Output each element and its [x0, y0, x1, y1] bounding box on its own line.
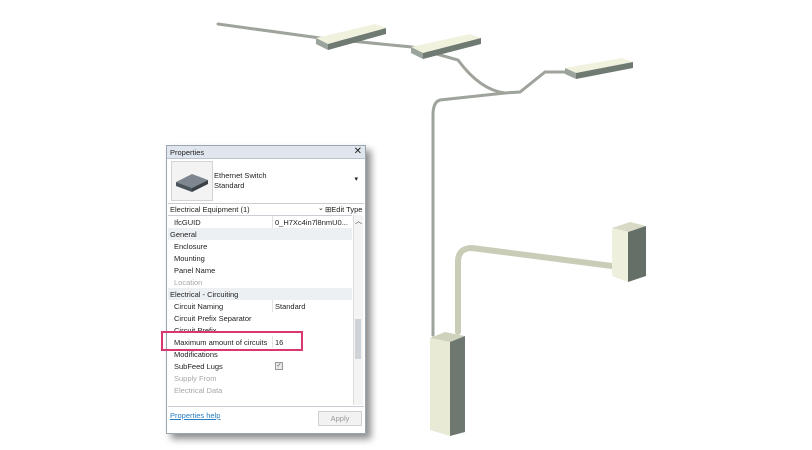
property-label: Enclosure — [174, 242, 208, 251]
property-label: IfcGUID — [174, 218, 201, 227]
properties-titlebar[interactable]: Properties ✕ — [167, 146, 365, 159]
highlight-box — [161, 331, 303, 351]
switch-thumbnail-icon — [176, 174, 208, 192]
property-label: Modifications — [174, 350, 218, 359]
column-divider — [272, 216, 273, 228]
properties-scrollbar[interactable]: ︿ — [353, 215, 363, 405]
instance-filter-dropdown[interactable]: Electrical Equipment (1) — [170, 205, 250, 214]
group-header-general[interactable]: General — [168, 228, 352, 240]
conduit-to-switch — [455, 244, 615, 335]
type-selector[interactable]: Ethernet Switch Standard ▾ — [168, 159, 364, 204]
group-label: Electrical - Circuiting — [170, 290, 239, 299]
edit-type-button[interactable]: ⊞Edit Type — [325, 205, 362, 214]
instance-filter: Electrical Equipment (1) ⌄ ⊞Edit Type — [168, 204, 364, 215]
ethernet-switch-box — [612, 222, 646, 282]
property-label: Mounting — [174, 254, 205, 263]
property-label: Circuit Prefix Separator — [174, 314, 252, 323]
subfeed-lugs-checkbox[interactable]: ✓ — [275, 362, 283, 370]
scroll-up-icon[interactable]: ︿ — [355, 216, 362, 226]
property-row-electrical-data[interactable]: Electrical Data — [168, 384, 352, 396]
property-row-ifcguid[interactable]: IfcGUID 0_H7Xc4in7l8nmU0... — [168, 216, 352, 228]
property-row-enclosure[interactable]: Enclosure — [168, 240, 352, 252]
property-label: Panel Name — [174, 266, 216, 275]
property-value[interactable]: Standard — [275, 302, 305, 311]
properties-footer: Properties help Apply — [168, 406, 364, 432]
type-thumbnail — [171, 161, 213, 201]
properties-grid[interactable]: IfcGUID 0_H7Xc4in7l8nmU0... General Encl… — [168, 215, 352, 406]
type-type: Standard — [214, 181, 245, 190]
property-row-subfeed-lugs[interactable]: SubFeed Lugs ✓ — [168, 360, 352, 372]
type-name: Ethernet Switch Standard — [214, 171, 267, 191]
filter-dropdown-icon[interactable]: ⌄ — [318, 204, 324, 212]
property-label: Circuit Naming — [174, 302, 224, 311]
type-family: Ethernet Switch — [214, 171, 267, 180]
properties-help-link[interactable]: Properties help — [170, 411, 220, 420]
edit-type-label: Edit Type — [331, 205, 363, 214]
property-label: Location — [174, 278, 203, 287]
property-row-location[interactable]: Location — [168, 276, 352, 288]
properties-title: Properties — [170, 148, 205, 157]
property-label: SubFeed Lugs — [174, 362, 223, 371]
model-viewport[interactable] — [0, 0, 812, 450]
apply-button[interactable]: Apply — [318, 411, 362, 426]
group-label: General — [170, 230, 197, 239]
property-label: Electrical Data — [174, 386, 223, 395]
property-value[interactable]: 0_H7Xc4in7l8nmU0... — [275, 218, 348, 227]
property-row-supply-from[interactable]: Supply From — [168, 372, 352, 384]
property-row-mounting[interactable]: Mounting — [168, 252, 352, 264]
chevron-down-icon[interactable]: ▾ — [354, 175, 358, 183]
electrical-panel — [430, 332, 465, 436]
column-divider — [272, 300, 273, 312]
property-label: Supply From — [174, 374, 217, 383]
property-row-circuit-naming[interactable]: Circuit Naming Standard — [168, 300, 352, 312]
light-fixture — [565, 58, 633, 79]
light-fixture — [316, 24, 386, 50]
group-header-electrical-circuiting[interactable]: Electrical - Circuiting — [168, 288, 352, 300]
properties-panel: Properties ✕ Ethernet Switch Standard ▾ … — [166, 145, 366, 434]
close-icon[interactable]: ✕ — [354, 146, 362, 157]
property-row-circuit-prefix-separator[interactable]: Circuit Prefix Separator — [168, 312, 352, 324]
scrollbar-thumb[interactable] — [355, 319, 361, 359]
property-row-panel-name[interactable]: Panel Name — [168, 264, 352, 276]
